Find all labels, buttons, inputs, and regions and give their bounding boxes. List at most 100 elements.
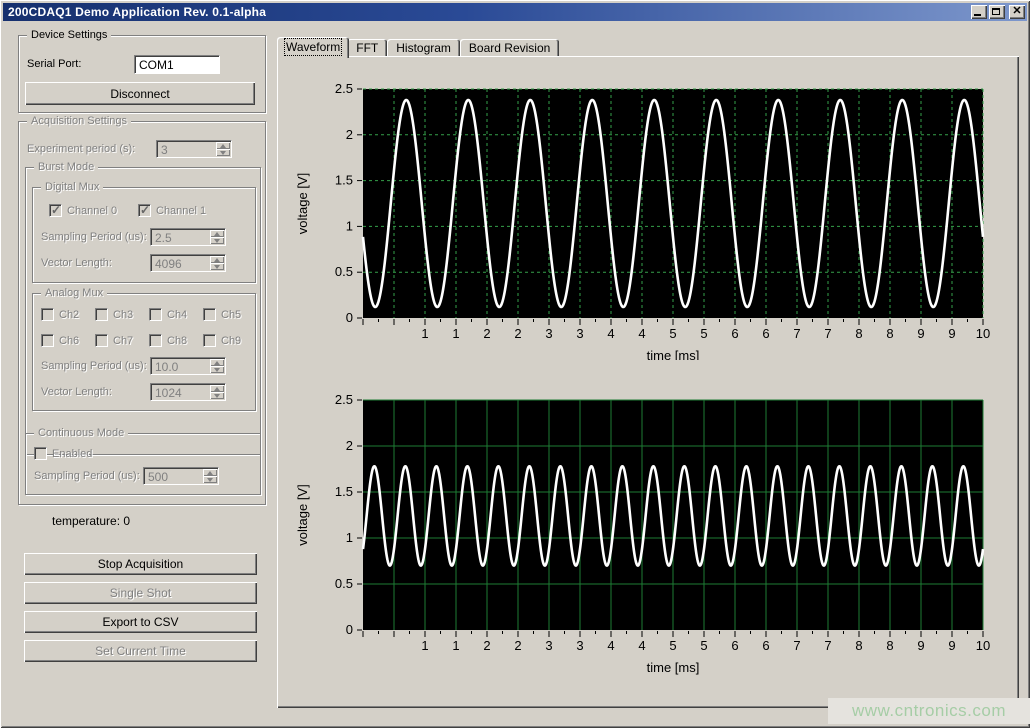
spin-up-icon[interactable]: [203, 469, 217, 476]
serial-port-input[interactable]: COM1: [134, 55, 220, 74]
channel-ch5-checkbox-row[interactable]: Ch5: [203, 308, 241, 321]
continuous-sampling-period-label: Sampling Period (us):: [34, 470, 140, 482]
tab-fft-label: FFT: [356, 41, 378, 55]
tab-fft[interactable]: FFT: [347, 39, 387, 56]
analog-sampling-period-value: 10.0: [151, 358, 210, 374]
channel-ch3-checkbox[interactable]: [95, 308, 108, 321]
spin-up-icon[interactable]: [210, 359, 224, 366]
spin-down-icon[interactable]: [210, 237, 224, 244]
x-tick-label: 3: [576, 638, 583, 653]
channel-0-checkbox[interactable]: [49, 204, 62, 217]
experiment-period-spinner: 3: [156, 140, 232, 158]
stop-acquisition-button[interactable]: Stop Acquisition: [24, 553, 257, 575]
minimize-button[interactable]: [971, 5, 987, 19]
channel-1-checkbox[interactable]: [138, 204, 151, 217]
x-tick-label: 6: [731, 326, 738, 341]
x-tick-label: 5: [669, 326, 676, 341]
continuous-enabled-checkbox-row[interactable]: Enabled: [34, 447, 92, 460]
spin-down-icon[interactable]: [210, 392, 224, 399]
channel-ch3-checkbox-row[interactable]: Ch3: [95, 308, 133, 321]
channel-ch5-checkbox[interactable]: [203, 308, 216, 321]
spin-up-icon[interactable]: [216, 142, 230, 149]
spin-down-icon[interactable]: [210, 366, 224, 373]
channel-ch7-label: Ch7: [113, 335, 133, 347]
x-tick-label: 2: [514, 638, 521, 653]
channel-ch2-checkbox[interactable]: [41, 308, 54, 321]
continuous-sampling-period-spinner: 500: [143, 467, 219, 485]
disconnect-button[interactable]: Disconnect: [25, 82, 255, 105]
digital-mux-waveform-chart: 1122334455667788991000.511.522.5time [ms…: [287, 60, 1007, 360]
burst-mode-title: Burst Mode: [34, 161, 98, 173]
tab-histogram-label: Histogram: [396, 41, 451, 55]
digital-vector-length-value: 4096: [151, 255, 210, 271]
x-tick-label: 3: [545, 638, 552, 653]
x-tick-label: 2: [483, 326, 490, 341]
digital-sampling-period-spinner: 2.5: [150, 228, 226, 246]
channel-ch4-checkbox-row[interactable]: Ch4: [149, 308, 187, 321]
channel-ch2-checkbox-row[interactable]: Ch2: [41, 308, 79, 321]
channel-ch5-label: Ch5: [221, 309, 241, 321]
window-title: 200CDAQ1 Demo Application Rev. 0.1-alpha: [8, 5, 266, 19]
x-tick-label: 3: [545, 326, 552, 341]
x-tick-label: 6: [731, 638, 738, 653]
channel-ch4-checkbox[interactable]: [149, 308, 162, 321]
tab-waveform[interactable]: Waveform: [277, 37, 349, 58]
digital-sampling-period-label: Sampling Period (us):: [41, 231, 147, 243]
channel-ch9-checkbox[interactable]: [203, 334, 216, 347]
x-tick-label: 2: [514, 326, 521, 341]
tab-strip: Waveform FFT Histogram Board Revision: [277, 37, 559, 56]
x-tick-label: 5: [700, 326, 707, 341]
y-tick-label: 1: [346, 530, 353, 545]
analog-vector-length-spinner: 1024: [150, 383, 226, 401]
tab-histogram[interactable]: Histogram: [387, 39, 460, 56]
x-tick-label: 9: [948, 326, 955, 341]
close-button[interactable]: ✕: [1009, 5, 1025, 19]
x-tick-label: 6: [762, 326, 769, 341]
x-axis-label: time [ms]: [647, 348, 700, 360]
spin-down-icon[interactable]: [216, 149, 230, 156]
continuous-enabled-label: Enabled: [52, 448, 92, 460]
x-tick-label: 8: [886, 326, 893, 341]
serial-port-label: Serial Port:: [27, 58, 81, 70]
titlebar[interactable]: 200CDAQ1 Demo Application Rev. 0.1-alpha…: [3, 3, 1027, 21]
channel-ch8-checkbox-row[interactable]: Ch8: [149, 334, 187, 347]
x-tick-label: 4: [607, 326, 614, 341]
channel-ch8-checkbox[interactable]: [149, 334, 162, 347]
spin-down-icon[interactable]: [210, 263, 224, 270]
channel-ch7-checkbox[interactable]: [95, 334, 108, 347]
continuous-mode-waveform-chart: 1122334455667788991000.511.522.5time [ms…: [287, 372, 1007, 677]
x-tick-label: 8: [855, 326, 862, 341]
digital-mux-title: Digital Mux: [41, 181, 103, 193]
channel-ch2-label: Ch2: [59, 309, 79, 321]
set-current-time-button[interactable]: Set Current Time: [24, 640, 257, 662]
channel-ch6-checkbox[interactable]: [41, 334, 54, 347]
export-to-csv-button[interactable]: Export to CSV: [24, 611, 257, 633]
continuous-mode-group: Continuous Mode Enabled Sampling Period …: [25, 433, 261, 495]
acquisition-settings-group: Acquisition Settings Experiment period (…: [18, 121, 266, 505]
analog-vector-length-label: Vector Length:: [41, 386, 112, 398]
x-tick-label: 4: [607, 638, 614, 653]
channel-ch9-checkbox-row[interactable]: Ch9: [203, 334, 241, 347]
y-tick-label: 0: [346, 310, 353, 325]
spin-up-icon[interactable]: [210, 230, 224, 237]
continuous-mode-title: Continuous Mode: [34, 427, 128, 439]
continuous-enabled-checkbox[interactable]: [34, 447, 47, 460]
x-tick-label: 5: [700, 638, 707, 653]
maximize-icon: [992, 8, 1000, 15]
spin-down-icon[interactable]: [203, 476, 217, 483]
x-tick-label: 9: [917, 638, 924, 653]
tab-board-revision[interactable]: Board Revision: [460, 39, 559, 56]
channel-0-checkbox-row[interactable]: Channel 0: [49, 204, 117, 217]
channel-ch7-checkbox-row[interactable]: Ch7: [95, 334, 133, 347]
x-tick-label: 3: [576, 326, 583, 341]
x-tick-label: 8: [886, 638, 893, 653]
single-shot-button[interactable]: Single Shot: [24, 582, 257, 604]
spin-up-icon[interactable]: [210, 385, 224, 392]
channel-0-label: Channel 0: [67, 205, 117, 217]
channel-1-checkbox-row[interactable]: Channel 1: [138, 204, 206, 217]
channel-ch6-checkbox-row[interactable]: Ch6: [41, 334, 79, 347]
y-tick-label: 1: [346, 218, 353, 233]
digital-sampling-period-value: 2.5: [151, 229, 210, 245]
spin-up-icon[interactable]: [210, 256, 224, 263]
maximize-button[interactable]: [989, 5, 1005, 19]
